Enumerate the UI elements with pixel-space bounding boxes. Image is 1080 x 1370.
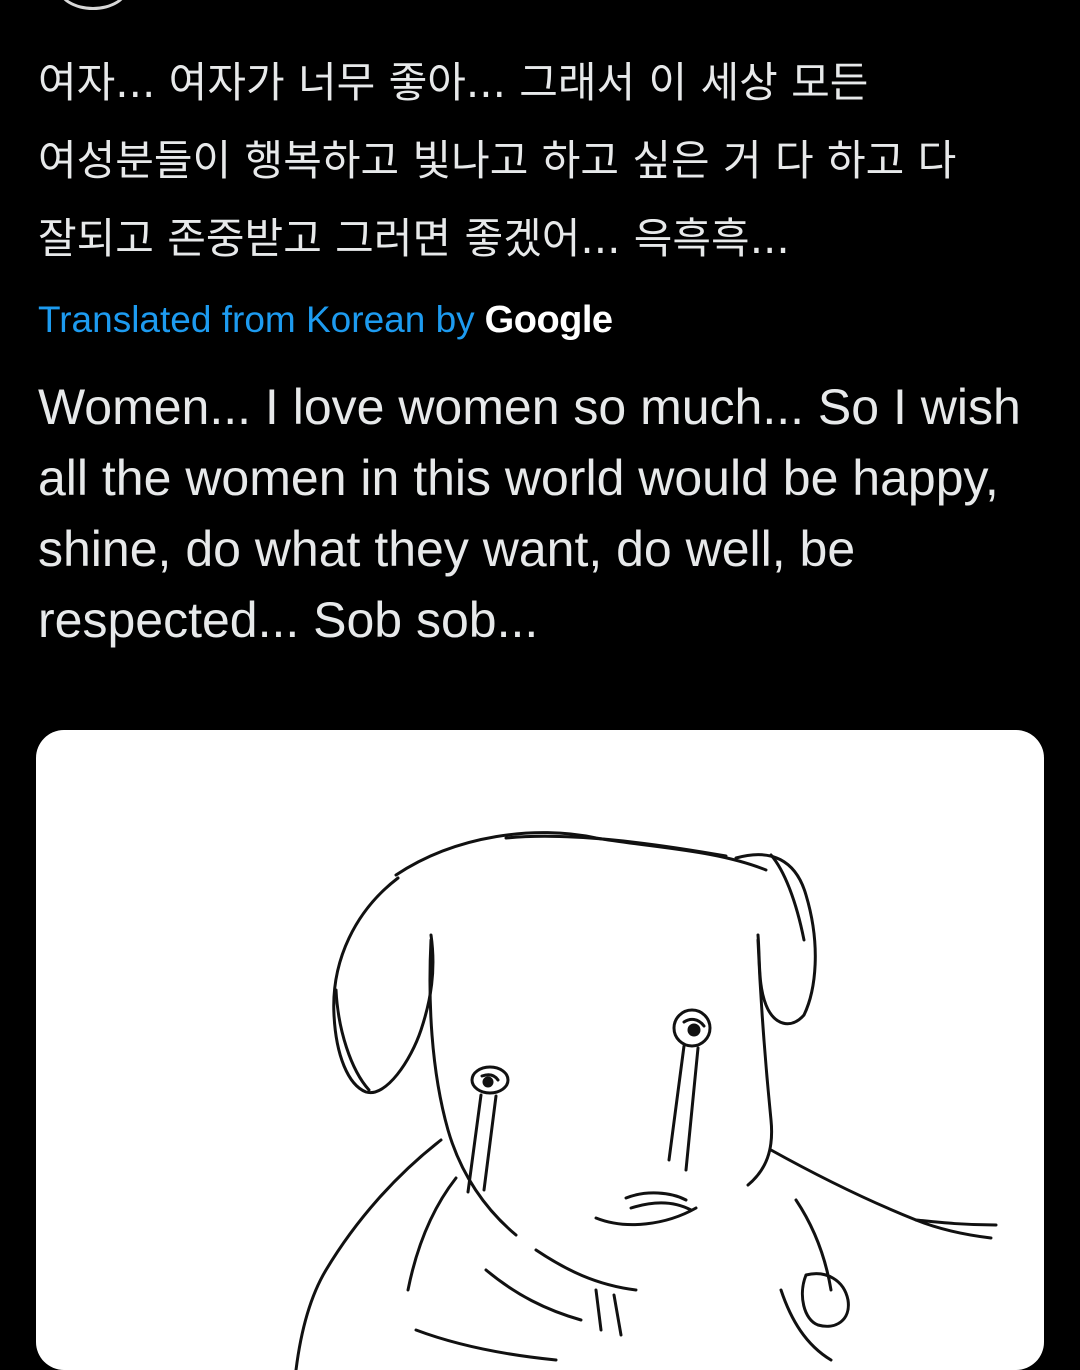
translation-link[interactable]: Translated from Korean by — [38, 299, 475, 341]
crying-puppy-drawing-icon — [294, 831, 998, 1370]
google-logo: Google — [484, 298, 613, 341]
avatar[interactable] — [58, 0, 128, 10]
tweet-translated-text: Women... I love women so much... So I wi… — [38, 379, 1021, 648]
tweet-media-image[interactable] — [36, 730, 1044, 1370]
tweet-original-text: 여자... 여자가 너무 좋아... 그래서 이 세상 모든 여성분들이 행복하… — [38, 58, 957, 263]
translation-attribution: Translated from Korean by Google — [38, 298, 613, 342]
